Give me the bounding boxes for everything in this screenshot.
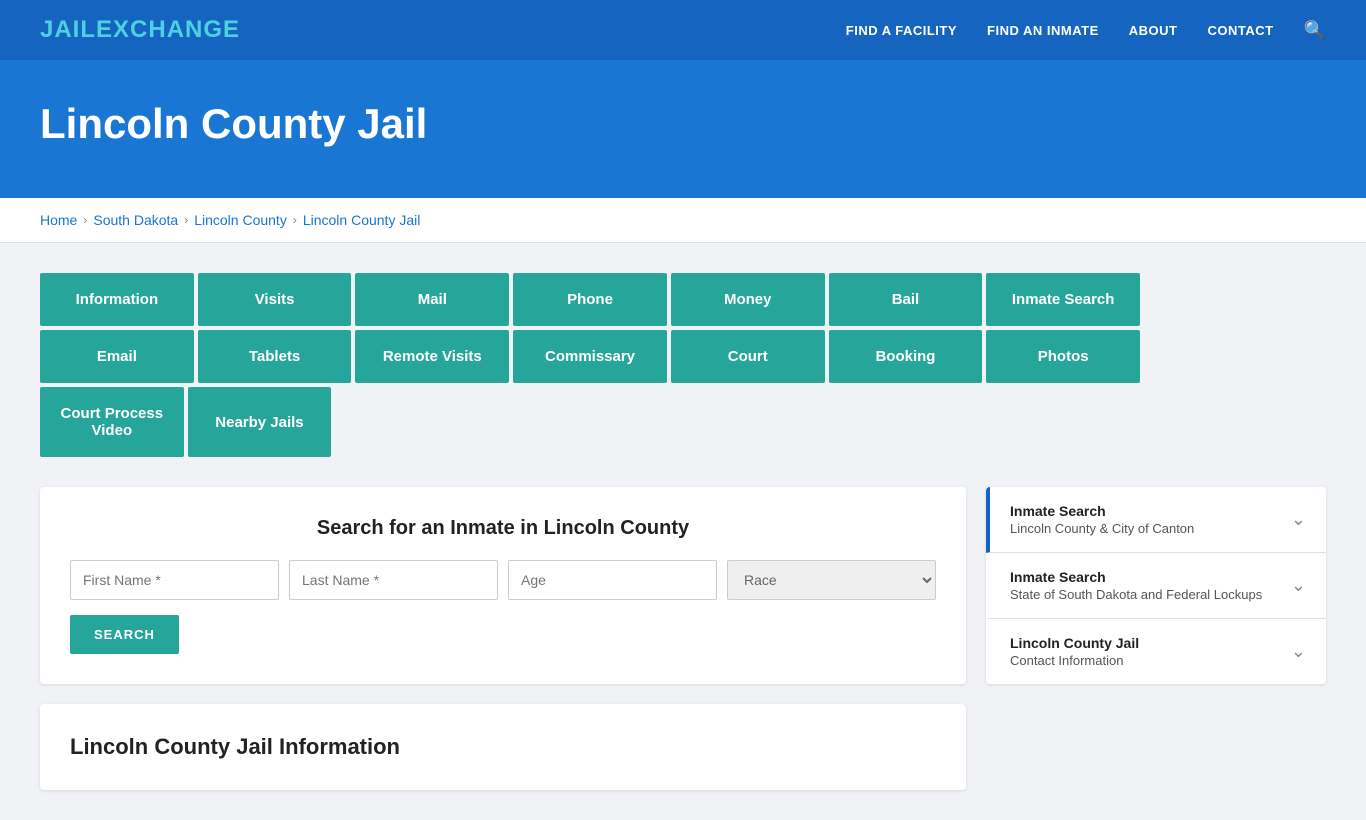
sidebar-item-state-text: Inmate Search State of South Dakota and …: [1010, 569, 1262, 602]
breadcrumb-home[interactable]: Home: [40, 212, 77, 228]
page-title: Lincoln County Jail: [40, 100, 1326, 148]
sidebar-item-lincoln-text: Inmate Search Lincoln County & City of C…: [1010, 503, 1194, 536]
main-content: Information Visits Mail Phone Money Bail…: [0, 243, 1366, 820]
nav-find-inmate[interactable]: FIND AN INMATE: [987, 23, 1099, 38]
nav-about[interactable]: ABOUT: [1129, 23, 1178, 38]
sidebar-item-contact-subtitle: Contact Information: [1010, 653, 1139, 668]
header-search-button[interactable]: 🔍: [1304, 20, 1326, 41]
btn-inmate-search[interactable]: Inmate Search: [986, 273, 1140, 326]
breadcrumb-sep-2: ›: [184, 213, 188, 227]
btn-visits[interactable]: Visits: [198, 273, 352, 326]
search-fields-row: Race: [70, 560, 936, 600]
nav-buttons-row1: Information Visits Mail Phone Money Bail…: [40, 273, 1140, 326]
breadcrumb-sep-1: ›: [83, 213, 87, 227]
nav-buttons-grid: Information Visits Mail Phone Money Bail…: [40, 273, 1140, 457]
info-section: Lincoln County Jail Information: [40, 704, 966, 790]
sidebar-item-inmate-search-state[interactable]: Inmate Search State of South Dakota and …: [986, 553, 1326, 619]
sidebar-item-state-title: Inmate Search: [1010, 569, 1262, 585]
info-section-title: Lincoln County Jail Information: [70, 734, 936, 760]
btn-bail[interactable]: Bail: [829, 273, 983, 326]
age-input[interactable]: [508, 560, 717, 600]
btn-tablets[interactable]: Tablets: [198, 330, 352, 383]
sidebar-item-contact-title: Lincoln County Jail: [1010, 635, 1139, 651]
logo-jail: JAIL: [40, 16, 96, 43]
logo[interactable]: JAILEXCHANGE: [40, 16, 240, 44]
search-submit-button[interactable]: SEARCH: [70, 615, 179, 654]
btn-nearby-jails[interactable]: Nearby Jails: [188, 387, 332, 457]
logo-exchange: EXCHANGE: [96, 16, 240, 43]
btn-information[interactable]: Information: [40, 273, 194, 326]
hero-banner: Lincoln County Jail: [0, 60, 1366, 198]
chevron-down-icon-2: ⌄: [1291, 575, 1306, 596]
sidebar-item-inmate-search-lincoln[interactable]: Inmate Search Lincoln County & City of C…: [986, 487, 1326, 553]
sidebar-item-contact-info[interactable]: Lincoln County Jail Contact Information …: [986, 619, 1326, 684]
race-select[interactable]: Race: [727, 560, 936, 600]
nav-contact[interactable]: CONTACT: [1207, 23, 1273, 38]
btn-court[interactable]: Court: [671, 330, 825, 383]
inmate-search-box: Search for an Inmate in Lincoln County R…: [40, 487, 966, 684]
breadcrumb-south-dakota[interactable]: South Dakota: [93, 212, 178, 228]
right-sidebar: Inmate Search Lincoln County & City of C…: [986, 487, 1326, 684]
btn-booking[interactable]: Booking: [829, 330, 983, 383]
btn-phone[interactable]: Phone: [513, 273, 667, 326]
sidebar-item-state-subtitle: State of South Dakota and Federal Lockup…: [1010, 587, 1262, 602]
btn-commissary[interactable]: Commissary: [513, 330, 667, 383]
two-column-layout: Search for an Inmate in Lincoln County R…: [40, 487, 1326, 790]
btn-mail[interactable]: Mail: [355, 273, 509, 326]
nav-buttons-row3: Court Process Video Nearby Jails: [40, 387, 331, 457]
left-column: Search for an Inmate in Lincoln County R…: [40, 487, 966, 790]
btn-photos[interactable]: Photos: [986, 330, 1140, 383]
sidebar-item-lincoln-title: Inmate Search: [1010, 503, 1194, 519]
nav-buttons-row2: Email Tablets Remote Visits Commissary C…: [40, 330, 1140, 383]
sidebar-item-contact-text: Lincoln County Jail Contact Information: [1010, 635, 1139, 668]
first-name-input[interactable]: [70, 560, 279, 600]
chevron-down-icon-3: ⌄: [1291, 641, 1306, 662]
breadcrumb-lincoln-county-jail[interactable]: Lincoln County Jail: [303, 212, 421, 228]
btn-email[interactable]: Email: [40, 330, 194, 383]
search-box-title: Search for an Inmate in Lincoln County: [70, 517, 936, 540]
nav-find-facility[interactable]: FIND A FACILITY: [846, 23, 957, 38]
btn-money[interactable]: Money: [671, 273, 825, 326]
btn-remote-visits[interactable]: Remote Visits: [355, 330, 509, 383]
breadcrumb: Home › South Dakota › Lincoln County › L…: [0, 198, 1366, 243]
sidebar-card: Inmate Search Lincoln County & City of C…: [986, 487, 1326, 684]
header: JAILEXCHANGE FIND A FACILITY FIND AN INM…: [0, 0, 1366, 60]
last-name-input[interactable]: [289, 560, 498, 600]
top-nav: FIND A FACILITY FIND AN INMATE ABOUT CON…: [846, 20, 1326, 41]
breadcrumb-sep-3: ›: [293, 213, 297, 227]
btn-court-process-video[interactable]: Court Process Video: [40, 387, 184, 457]
breadcrumb-lincoln-county[interactable]: Lincoln County: [194, 212, 287, 228]
chevron-down-icon-1: ⌄: [1291, 509, 1306, 530]
sidebar-item-lincoln-subtitle: Lincoln County & City of Canton: [1010, 521, 1194, 536]
